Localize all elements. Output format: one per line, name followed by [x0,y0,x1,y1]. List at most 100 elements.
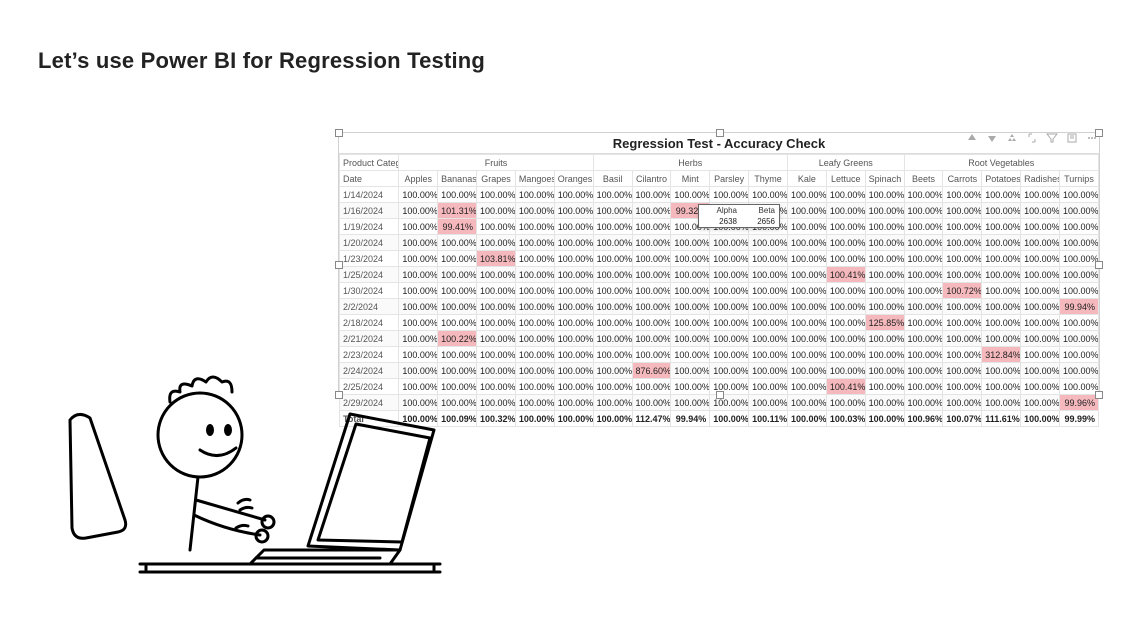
cell[interactable]: 100.00% [787,347,826,363]
cell[interactable]: 100.00% [904,187,943,203]
cell[interactable]: 100.00% [671,283,710,299]
cell[interactable]: 100.00% [749,299,788,315]
cell[interactable]: 100.00% [515,203,554,219]
cell[interactable]: 100.00% [982,219,1021,235]
cell[interactable]: 100.00% [438,283,477,299]
cell[interactable]: 100.00% [865,219,904,235]
cell[interactable]: 100.00% [904,203,943,219]
cell[interactable]: 100.00% [515,379,554,395]
cell[interactable]: 100.00% [438,187,477,203]
cell[interactable]: 125.85% [865,315,904,331]
column-header[interactable]: Basil [593,171,632,187]
cell[interactable]: 100.00% [904,379,943,395]
cell[interactable]: 100.00% [826,299,865,315]
cell[interactable]: 100.00% [749,315,788,331]
cell[interactable]: 100.00% [1021,251,1060,267]
cell[interactable]: 100.00% [787,395,826,411]
cell[interactable]: 100.00% [982,267,1021,283]
cell[interactable]: 100.00% [554,315,593,331]
column-group[interactable]: Root Vegetables [904,155,1098,171]
cell[interactable]: 100.00% [904,251,943,267]
cell[interactable]: 100.00% [904,395,943,411]
cell[interactable]: 100.00% [477,363,516,379]
cell[interactable]: 100.00% [943,219,982,235]
matrix-table[interactable]: Product CategoryFruitsHerbsLeafy GreensR… [339,154,1099,427]
cell[interactable]: 100.00% [865,203,904,219]
cell[interactable]: 100.00% [826,395,865,411]
cell[interactable]: 100.00% [749,379,788,395]
cell[interactable]: 100.00% [593,379,632,395]
cell[interactable]: 99.41% [438,219,477,235]
cell[interactable]: 100.00% [710,299,749,315]
cell[interactable]: 100.00% [593,283,632,299]
cell[interactable]: 100.00% [593,267,632,283]
cell[interactable]: 100.41% [826,379,865,395]
cell[interactable]: 100.00% [943,363,982,379]
cell[interactable]: 100.00% [477,283,516,299]
cell[interactable]: 100.00% [982,331,1021,347]
more-icon[interactable] [1085,131,1099,145]
cell[interactable]: 100.00% [749,347,788,363]
cell[interactable]: 100.00% [593,347,632,363]
filter-icon[interactable] [1045,131,1059,145]
cell[interactable]: 100.00% [787,315,826,331]
cell[interactable]: 100.00% [671,187,710,203]
cell[interactable]: 100.00% [1059,267,1098,283]
cell[interactable]: 100.00% [477,347,516,363]
column-header[interactable]: Bananas [438,171,477,187]
cell[interactable]: 100.00% [749,363,788,379]
cell[interactable]: 103.81% [477,251,516,267]
cell[interactable]: 100.00% [1059,203,1098,219]
cell[interactable]: 100.00% [399,331,438,347]
cell[interactable]: 100.00% [710,363,749,379]
cell[interactable]: 100.00% [399,283,438,299]
column-header[interactable]: Mangoes [515,171,554,187]
cell[interactable]: 100.00% [1021,203,1060,219]
cell[interactable]: 100.00% [632,283,671,299]
cell[interactable]: 100.00% [515,283,554,299]
cell[interactable]: 100.00% [1021,363,1060,379]
matrix-visual[interactable]: Regression Test - Accuracy Check Product… [338,132,1100,396]
cell[interactable]: 100.00% [593,331,632,347]
cell[interactable]: 100.00% [399,299,438,315]
column-header[interactable]: Lettuce [826,171,865,187]
cell[interactable]: 100.00% [787,379,826,395]
cell[interactable]: 100.00% [477,187,516,203]
cell[interactable]: 100.00% [749,235,788,251]
cell[interactable]: 100.00% [710,235,749,251]
cell[interactable]: 100.00% [865,251,904,267]
cell[interactable]: 100.00% [671,235,710,251]
cell[interactable]: 100.00% [1059,283,1098,299]
cell[interactable]: 100.00% [1021,299,1060,315]
cell[interactable]: 100.00% [515,331,554,347]
cell[interactable]: 100.00% [671,395,710,411]
cell[interactable]: 100.00% [1059,187,1098,203]
cell[interactable]: 100.00% [982,283,1021,299]
column-header[interactable]: Beets [904,171,943,187]
cell[interactable]: 100.00% [1059,315,1098,331]
cell[interactable]: 100.00% [554,251,593,267]
cell[interactable]: 100.00% [1059,219,1098,235]
cell[interactable]: 100.00% [671,331,710,347]
column-header[interactable]: Carrots [943,171,982,187]
cell[interactable]: 100.00% [671,347,710,363]
cell[interactable]: 100.00% [632,299,671,315]
cell[interactable]: 100.00% [515,235,554,251]
cell[interactable]: 100.00% [904,363,943,379]
cell[interactable]: 100.00% [632,187,671,203]
table-row[interactable]: 1/30/2024100.00%100.00%100.00%100.00%100… [340,283,1099,299]
cell[interactable]: 100.00% [477,267,516,283]
cell[interactable]: 100.00% [943,331,982,347]
cell[interactable]: 100.00% [593,187,632,203]
column-header[interactable]: Radishes [1021,171,1060,187]
cell[interactable]: 100.00% [982,251,1021,267]
cell[interactable]: 100.00% [904,267,943,283]
cell[interactable]: 100.00% [554,203,593,219]
table-row[interactable]: 2/24/2024100.00%100.00%100.00%100.00%100… [340,363,1099,379]
cell[interactable]: 100.00% [982,315,1021,331]
resize-handle[interactable] [1095,391,1103,399]
column-header[interactable]: Mint [671,171,710,187]
cell[interactable]: 100.00% [477,203,516,219]
cell[interactable]: 101.31% [438,203,477,219]
cell[interactable]: 100.00% [632,219,671,235]
